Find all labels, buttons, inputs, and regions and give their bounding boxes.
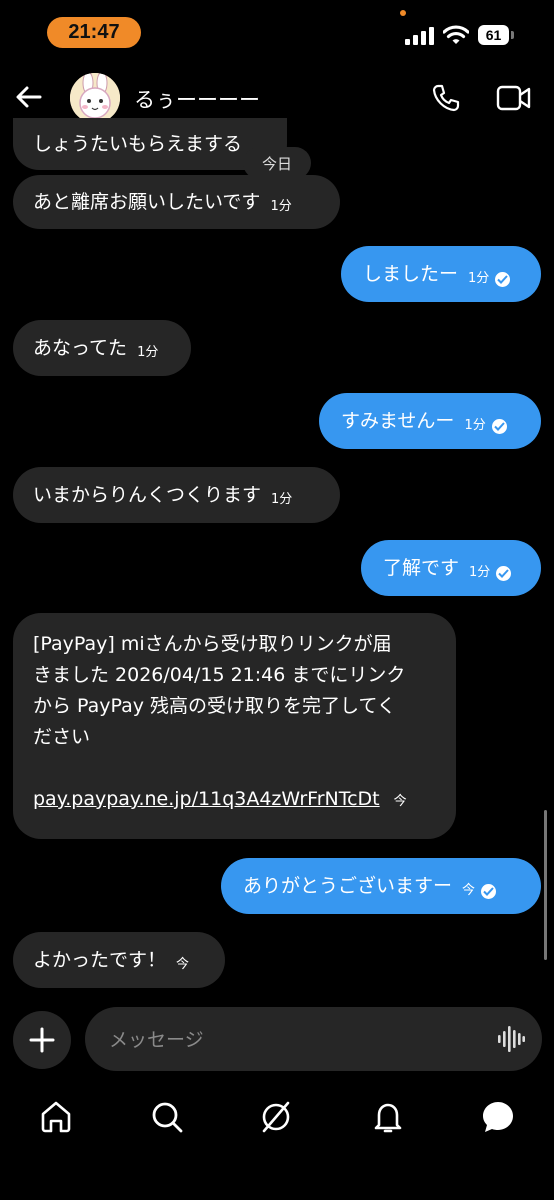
- read-check-icon: [481, 883, 497, 899]
- message-bubble-incoming[interactable]: あと離席お願いしたいです 1分: [13, 175, 340, 229]
- notifications-icon[interactable]: [370, 1099, 406, 1135]
- message-time: 1分: [270, 199, 292, 214]
- battery-level: 61: [478, 25, 509, 45]
- paypay-text-line: [PayPay] miさんから受け取りリンクが届: [33, 633, 392, 655]
- cellular-signal-icon: [405, 27, 434, 45]
- message-bubble-incoming[interactable]: いまからりんくつくります 1分: [13, 467, 340, 523]
- rabbit-avatar-icon: [70, 73, 120, 123]
- paypay-link-row: pay.paypay.ne.jp/11q3A4zWrFrNTcDt 今: [33, 784, 436, 817]
- message-time: 1分: [469, 565, 491, 580]
- message-time: 今: [462, 883, 476, 898]
- message-text: しょうたいもらえまする: [33, 133, 243, 155]
- explore-icon[interactable]: [258, 1099, 294, 1135]
- message-meta: 今: [462, 877, 497, 905]
- message-text: 了解です: [383, 557, 460, 579]
- message-text: しましたー: [363, 263, 459, 285]
- messages-icon[interactable]: [480, 1099, 516, 1135]
- message-time: 1分: [271, 492, 293, 507]
- message-text: あなってた: [33, 337, 128, 359]
- message-bubble-outgoing[interactable]: すみませんー 1分: [319, 393, 541, 449]
- message-time: 1分: [468, 271, 490, 286]
- message-text: あと離席お願いしたいです: [33, 191, 261, 213]
- paypay-link[interactable]: pay.paypay.ne.jp/11q3A4zWrFrNTcDt: [33, 788, 380, 810]
- message-time: 今: [176, 957, 190, 972]
- wifi-icon: [443, 25, 469, 44]
- message-text: ありがとうございますー: [243, 875, 453, 897]
- message-bubble-incoming[interactable]: あなってた 1分: [13, 320, 191, 376]
- mic-indicator-dot: [400, 10, 406, 16]
- message-composer[interactable]: [85, 1007, 542, 1071]
- message-meta: 1分: [468, 265, 511, 293]
- paypay-text-line: きました 2026/04/15 21:46 までにリンク: [33, 664, 406, 686]
- avatar[interactable]: [70, 73, 120, 123]
- status-time: 21:47: [47, 17, 141, 48]
- message-time: 今: [393, 794, 407, 809]
- message-time: 1分: [137, 345, 159, 360]
- read-check-icon: [495, 271, 511, 287]
- paypay-text-line: ださい: [33, 726, 91, 748]
- add-attachment-button[interactable]: [13, 1011, 71, 1069]
- message-bubble-incoming[interactable]: よかったです！ 今: [13, 932, 225, 988]
- read-check-icon: [496, 565, 512, 581]
- message-bubble-outgoing[interactable]: 了解です 1分: [361, 540, 541, 596]
- message-time: 1分: [464, 418, 486, 433]
- message-input[interactable]: [107, 1021, 471, 1059]
- message-bubble-outgoing[interactable]: ありがとうございますー 今: [221, 858, 541, 914]
- phone-call-icon[interactable]: [430, 82, 462, 114]
- plus-icon: [29, 1027, 55, 1053]
- message-meta: 1分: [469, 559, 512, 587]
- contact-name[interactable]: るぅーーーー: [134, 84, 260, 114]
- voice-message-icon[interactable]: [497, 1026, 525, 1052]
- battery-tip: [511, 31, 514, 39]
- message-meta: 1分: [464, 412, 507, 440]
- back-arrow-icon[interactable]: [14, 82, 44, 112]
- paypay-text-line: から PayPay 残高の受け取りを完了してく: [33, 695, 396, 717]
- search-icon[interactable]: [149, 1099, 185, 1135]
- message-bubble-outgoing[interactable]: しましたー 1分: [341, 246, 541, 302]
- message-text: よかったです！: [33, 949, 167, 971]
- home-icon[interactable]: [38, 1099, 74, 1135]
- message-text: すみませんー: [341, 410, 455, 432]
- message-text: いまからりんくつくります: [33, 484, 262, 506]
- read-check-icon: [491, 418, 507, 434]
- scrollbar[interactable]: [544, 810, 547, 960]
- paypay-message-bubble[interactable]: [PayPay] miさんから受け取りリンクが届 きました 2026/04/15…: [13, 613, 456, 839]
- video-call-icon[interactable]: [496, 84, 532, 112]
